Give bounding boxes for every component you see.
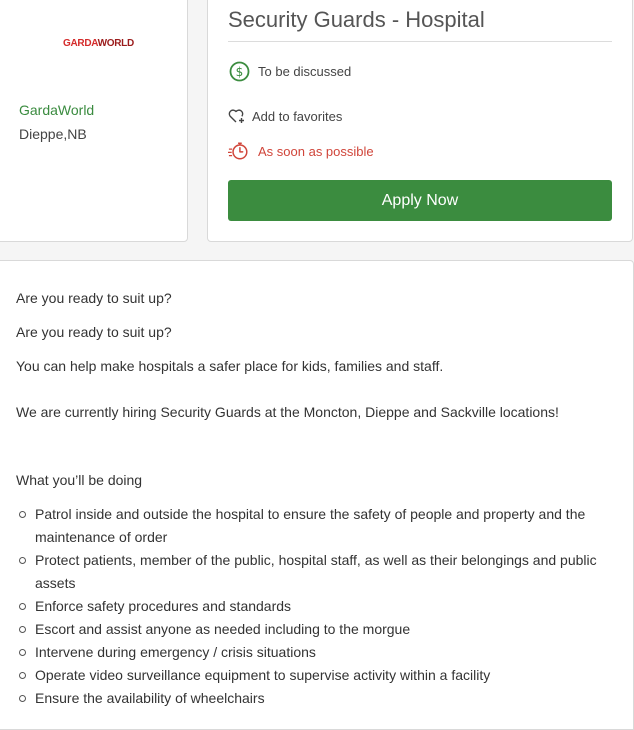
duty-item: Operate video surveillance equipment to … [16,664,616,687]
dollar-circle-icon: $ [228,60,250,82]
intro-line-1: Are you ready to suit up? [16,290,172,306]
company-location: Dieppe,NB [19,126,87,142]
company-logo[interactable]: GARDAWORLD [63,38,134,49]
intro-line-3: You can help make hospitals a safer plac… [16,358,444,374]
favorites-label: Add to favorites [252,108,343,124]
duty-item: Patrol inside and outside the hospital t… [16,503,616,549]
stopwatch-icon [228,140,250,162]
job-description-card: Are you ready to suit up? Are you ready … [0,260,634,730]
job-description: Are you ready to suit up? Are you ready … [16,287,616,710]
duty-item: Escort and assist anyone as needed inclu… [16,618,616,641]
intro-line-2: Are you ready to suit up? [16,324,172,340]
duty-item: Ensure the availability of wheelchairs [16,687,616,710]
title-divider [228,41,612,42]
start-date-row: As soon as possible [228,140,374,162]
job-title: Security Guards - Hospital [228,7,485,32]
company-name-link[interactable]: GardaWorld [19,102,94,118]
duty-item: Protect patients, member of the public, … [16,549,616,595]
company-card: GARDAWORLD GardaWorld Dieppe,NB [0,0,188,242]
add-to-favorites-button[interactable]: Add to favorites [228,105,342,127]
svg-text:$: $ [235,65,243,79]
start-date-text: As soon as possible [258,143,374,159]
salary-text: To be discussed [258,63,352,79]
duties-heading: What you’ll be doing [16,472,143,488]
duty-item: Intervene during emergency / crisis situ… [16,641,616,664]
duty-item: Enforce safety procedures and standards [16,595,616,618]
hiring-locations: We are currently hiring Security Guards … [16,404,559,420]
salary-row: $ To be discussed [228,60,351,82]
heart-plus-icon [228,105,246,127]
duties-list: Patrol inside and outside the hospital t… [16,503,616,710]
job-summary-card: Security Guards - Hospital $ To be discu… [207,0,633,242]
apply-now-button[interactable]: Apply Now [228,180,612,221]
